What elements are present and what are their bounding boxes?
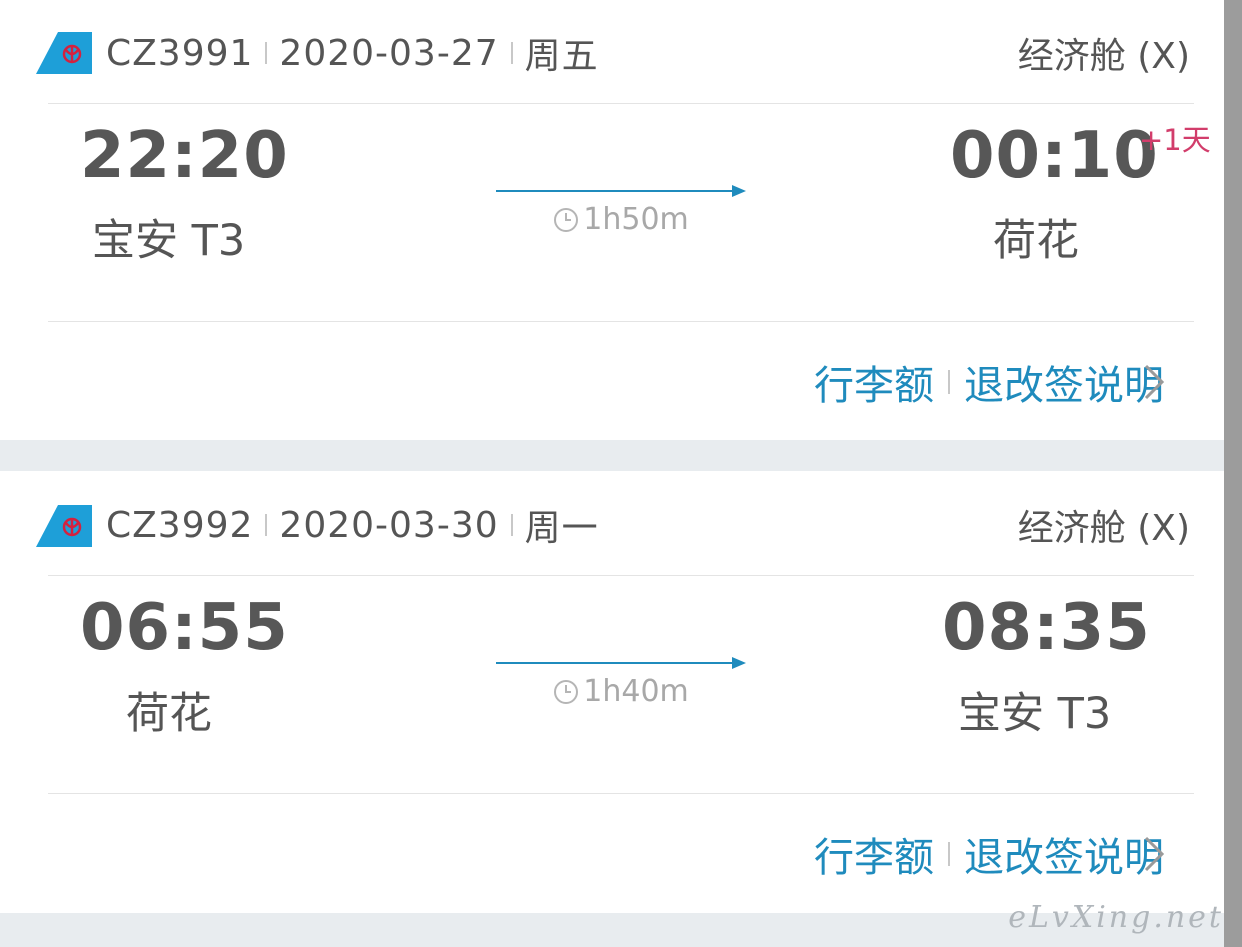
- clock-icon: [554, 208, 579, 232]
- arrival-airport: 荷花: [993, 216, 1079, 266]
- baggage-allowance-link[interactable]: 行李额: [814, 353, 934, 411]
- clock-icon: [554, 680, 579, 704]
- flight-weekday: 周五: [524, 36, 599, 77]
- flight-card-outbound: CZ3991 2020-03-27 周五 经济舱 (X) 22:20 宝安 T3…: [0, 0, 1224, 440]
- departure-time: 22:20: [80, 119, 289, 193]
- watermark: eLvXing.net: [1008, 900, 1224, 935]
- flight-weekday: 周一: [524, 508, 599, 549]
- policy-links: 行李额 退改签说明: [814, 352, 1164, 412]
- divider: [48, 321, 1194, 322]
- flight-arrow: [496, 185, 746, 197]
- departure-time: 06:55: [80, 591, 289, 665]
- separator: [948, 842, 950, 866]
- flight-number: CZ3991: [106, 32, 254, 74]
- cabin-class: 经济舱 (X): [1017, 508, 1190, 549]
- duration-text: 1h40m: [583, 674, 689, 709]
- flight-card-return: CZ3992 2020-03-30 周一 经济舱 (X) 06:55 荷花 1h…: [0, 471, 1224, 913]
- flight-date: 2020-03-30: [279, 504, 499, 546]
- separator: [510, 42, 513, 64]
- flight-header: CZ3991 2020-03-27 周五 经济舱 (X): [0, 0, 1224, 103]
- flight-duration: 1h40m: [496, 677, 746, 707]
- flight-header: CZ3992 2020-03-30 周一 经济舱 (X): [0, 471, 1224, 574]
- flight-number: CZ3992: [106, 504, 254, 546]
- china-southern-logo-icon: [36, 505, 92, 547]
- flight-arrow: [496, 657, 746, 669]
- scrollbar[interactable]: [1224, 0, 1242, 947]
- duration-text: 1h50m: [583, 202, 689, 237]
- separator: [265, 42, 268, 64]
- divider: [48, 793, 1194, 794]
- separator: [948, 370, 950, 394]
- divider: [48, 575, 1194, 576]
- arrival-time: 00:10: [950, 119, 1159, 193]
- separator: [265, 514, 268, 536]
- chevron-right-icon[interactable]: [1142, 362, 1166, 402]
- flight-duration: 1h50m: [496, 205, 746, 235]
- chevron-right-icon[interactable]: [1142, 834, 1166, 874]
- divider: [48, 103, 1194, 104]
- flight-date: 2020-03-27: [279, 32, 499, 74]
- separator: [510, 514, 513, 536]
- flight-meta: CZ3992 2020-03-30 周一: [106, 498, 599, 552]
- cabin-class: 经济舱 (X): [1017, 36, 1190, 77]
- day-offset-badge: +1天: [1139, 123, 1211, 157]
- china-southern-logo-icon: [36, 32, 92, 74]
- departure-airport: 宝安 T3: [92, 216, 246, 266]
- refund-change-policy-link[interactable]: 退改签说明: [964, 825, 1164, 883]
- departure-airport: 荷花: [126, 689, 212, 739]
- arrival-time: 08:35: [942, 591, 1151, 665]
- refund-change-policy-link[interactable]: 退改签说明: [964, 353, 1164, 411]
- baggage-allowance-link[interactable]: 行李额: [814, 825, 934, 883]
- flight-meta: CZ3991 2020-03-27 周五: [106, 26, 599, 80]
- policy-links: 行李额 退改签说明: [814, 824, 1164, 884]
- arrival-airport: 宝安 T3: [958, 689, 1112, 739]
